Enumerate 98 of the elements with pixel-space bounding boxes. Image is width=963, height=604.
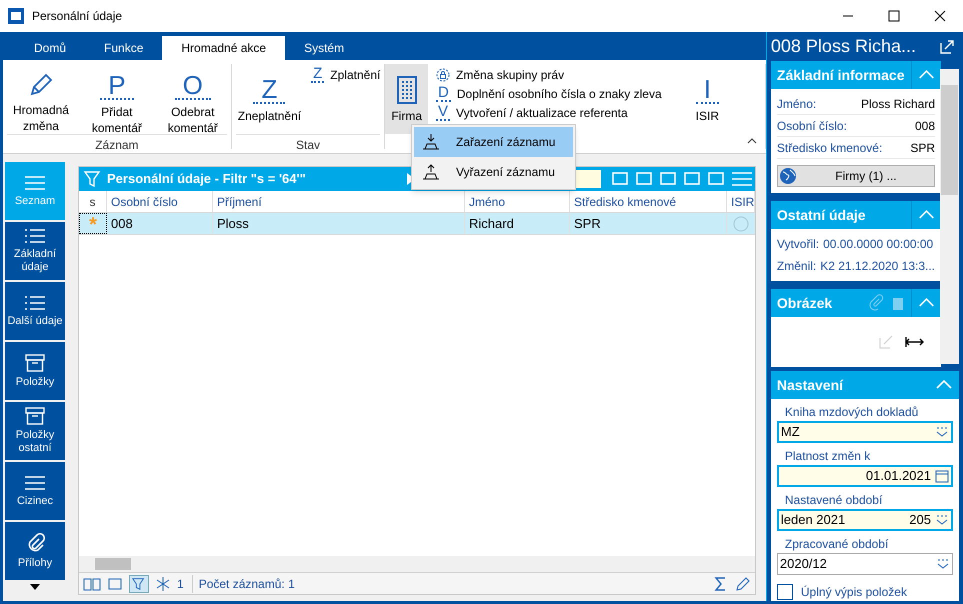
column-header[interactable]: Jméno [465, 191, 570, 212]
popout-icon [879, 335, 893, 349]
grid-title: Personální údaje - Filtr "s = '64'" [107, 170, 307, 188]
vertical-scrollbar[interactable] [940, 69, 959, 364]
table-cell: Ploss [213, 213, 465, 234]
ribbon-button[interactable]: P Přidat komentář [78, 64, 155, 134]
group-label: Záznam [7, 134, 227, 154]
group-label: Stav [236, 134, 380, 154]
table-cell: SPR [570, 213, 727, 234]
ribbon-tab[interactable]: Systém [285, 36, 364, 60]
sidebar-tab[interactable]: Základní údaje [5, 222, 65, 280]
table-cell: Richard [465, 213, 570, 234]
sidebar-tab[interactable]: Položky ostatní [5, 402, 65, 460]
building-icon [396, 76, 418, 104]
dropdown-icon [936, 558, 950, 570]
list-icon [24, 294, 46, 310]
calendar-icon [935, 469, 949, 483]
menu-item[interactable]: Zařazení záznamu [414, 127, 573, 157]
combo-field[interactable]: MZ [776, 421, 953, 443]
ribbon-button[interactable]: O Odebrat komentář [154, 64, 231, 134]
paperclip-icon [867, 294, 885, 312]
box-icon [25, 407, 45, 425]
fit-width-icon[interactable] [905, 335, 925, 349]
field-value: K2 21.12.2020 13:3... [820, 258, 935, 275]
dropdown-icon [935, 426, 949, 438]
field-value: SPR [910, 140, 935, 156]
field-label: Nastavené období [784, 492, 884, 509]
section-title: Obrázek [776, 294, 834, 312]
sidebar-tab[interactable]: Další údaje [5, 282, 65, 340]
ribbon-button[interactable]: Firma [385, 64, 428, 134]
ribbon-tab[interactable]: Hromadné akce [162, 36, 286, 60]
app-logo-icon [8, 8, 24, 24]
field-value: Ploss Richard [860, 96, 935, 112]
menu-icon [24, 174, 46, 190]
field-label: Jméno: [776, 96, 818, 112]
column-header[interactable]: Příjmení [213, 191, 465, 212]
sidebar-tab[interactable]: Přílohy [5, 522, 65, 580]
lock-icon [436, 68, 450, 82]
book-icon[interactable] [83, 576, 101, 592]
filter-count: 1 [177, 574, 193, 592]
section-title: Základní informace [776, 66, 906, 84]
ribbon-button[interactable]: Změna skupiny práv [432, 65, 666, 84]
menu-item[interactable]: Vyřazení záznamu [414, 157, 573, 187]
table-cell: 008 [107, 213, 213, 234]
record-count: Počet záznamů: 1 [198, 576, 296, 592]
ribbon-button[interactable]: V Vytvoření / aktualizace referenta [432, 103, 666, 122]
table-cell: * [79, 213, 107, 234]
column-header[interactable]: Osobní číslo [107, 191, 213, 212]
ribbon-tab[interactable]: Domů [15, 36, 86, 60]
window-title: Personální údaje [32, 8, 124, 25]
ribbon-button[interactable]: Hromadná změna [3, 64, 79, 134]
companies-button[interactable]: Firmy (1) ... [776, 165, 935, 187]
sidebar-tab[interactable]: Položky [5, 342, 65, 400]
combo-field[interactable]: 2020/12 [776, 553, 953, 575]
box-icon [25, 354, 45, 372]
globe-icon [778, 166, 798, 186]
dropdown-icon [935, 514, 949, 526]
ribbon-button[interactable]: I ISIR [690, 64, 725, 134]
field-label: Kniha mzdových dokladů [784, 404, 920, 421]
box-icon[interactable] [107, 576, 123, 592]
field-value: 00.00.0000 00:00:00 [823, 236, 934, 253]
field-label: Platnost změn k [784, 448, 872, 465]
popout-icon[interactable] [939, 38, 955, 54]
field-label: Středisko kmenové: [776, 140, 884, 156]
field-value: 008 [914, 118, 935, 134]
snowflake-icon[interactable] [155, 576, 171, 592]
pencil-icon [28, 72, 54, 98]
table-row[interactable]: * 008 Ploss Richard SPR [79, 213, 755, 235]
column-header[interactable]: ISIR [727, 191, 755, 212]
ribbon-tab[interactable]: Funkce [85, 36, 162, 60]
filter-icon[interactable] [129, 574, 149, 592]
section-title: Ostatní údaje [776, 206, 867, 225]
ribbon-button[interactable]: Z Zneplatnění [232, 64, 308, 134]
date-field[interactable]: 01.01.2021 [776, 465, 953, 487]
menu-icon[interactable] [729, 170, 755, 188]
tray-up-icon [422, 163, 440, 181]
menu-icon [24, 474, 46, 490]
horizontal-scrollbar[interactable] [79, 556, 755, 572]
section-title: Nastavení [776, 376, 844, 394]
tray-down-icon [422, 133, 440, 151]
detail-title: 008 Ploss Richa... [770, 35, 917, 58]
filter-icon [83, 170, 103, 188]
pencil-icon[interactable] [735, 576, 751, 592]
list-icon [24, 228, 46, 244]
checkbox-label: Úplný výpis položek [800, 584, 907, 601]
field-label: Zpracované období [784, 536, 890, 553]
column-header[interactable]: s [79, 191, 107, 212]
field-label: Vytvořil: [776, 236, 820, 253]
combo-field[interactable]: leden 2021 205 [776, 509, 953, 531]
column-header[interactable]: Středisko kmenové [570, 191, 727, 212]
field-label: Změnil: [776, 258, 816, 275]
checkbox[interactable] [776, 584, 793, 600]
field-label: Osobní číslo: [776, 118, 848, 134]
ribbon-button[interactable]: D Doplnění osobního čísla o znaky zleva [432, 84, 666, 103]
ribbon-button[interactable]: Z Zplatnění [307, 65, 384, 84]
status-circle-icon [733, 216, 749, 232]
sidebar-tab[interactable]: Cizinec [5, 462, 65, 520]
collapse-ribbon-icon[interactable] [746, 137, 758, 145]
